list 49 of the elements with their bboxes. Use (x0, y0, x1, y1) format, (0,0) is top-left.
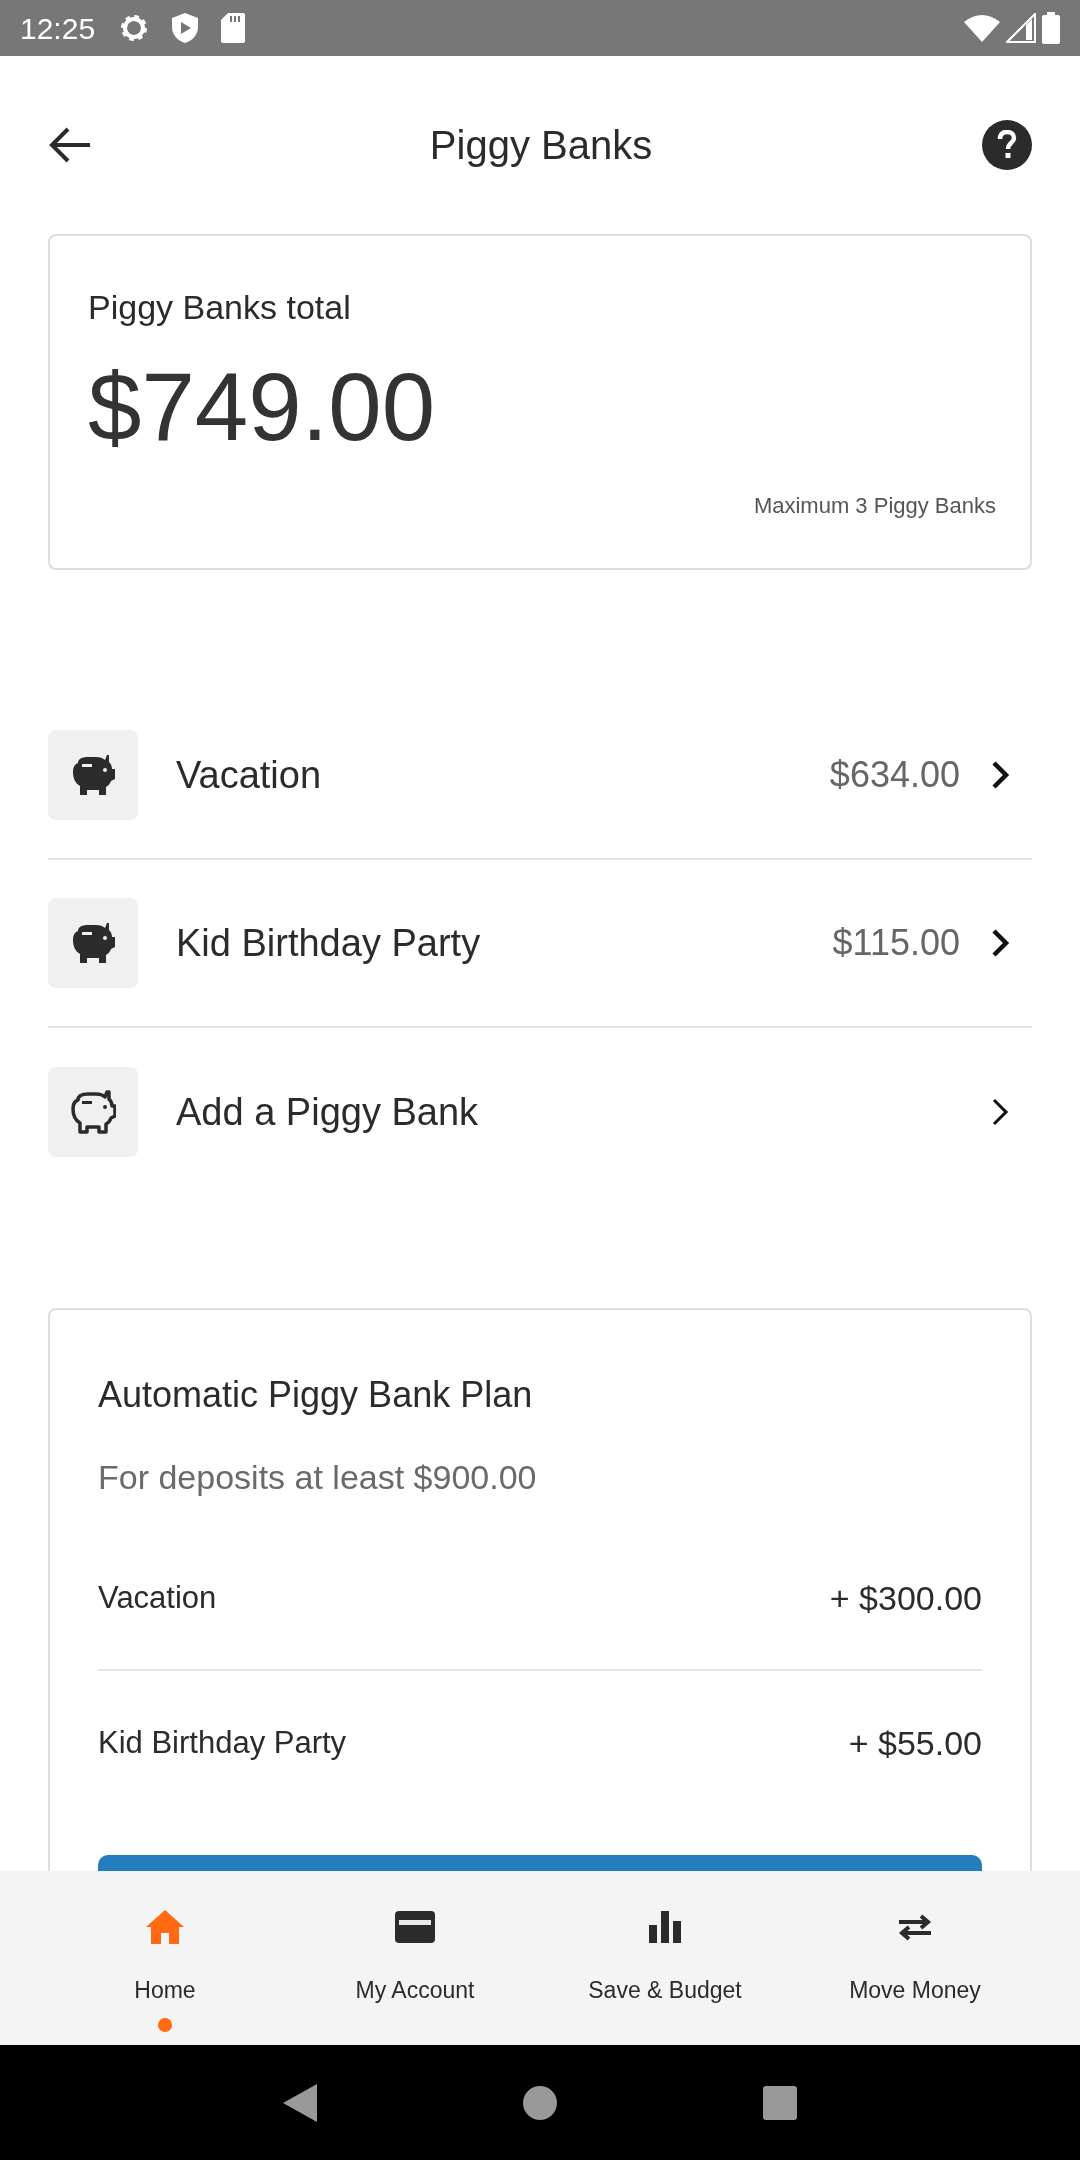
total-label: Piggy Banks total (88, 287, 352, 328)
shield-icon (171, 12, 200, 44)
nav-label: Move Money (849, 1976, 981, 2005)
question-mark-icon (997, 130, 1017, 160)
battery-icon (1042, 12, 1060, 44)
plan-title: Automatic Piggy Bank Plan (98, 1373, 534, 1417)
piggy-bank-icon (70, 921, 116, 965)
piggy-bank-name: Kid Birthday Party (176, 920, 482, 966)
status-time: 12:25 (20, 10, 96, 47)
home-circle-icon[interactable] (523, 2085, 557, 2120)
help-button[interactable] (982, 120, 1032, 170)
recents-square-icon[interactable] (763, 2085, 797, 2120)
piggy-bank-amount: $115.00 (832, 921, 960, 965)
nav-label: My Account (355, 1976, 475, 2005)
allocation-name: Kid Birthday Party (98, 1723, 347, 1762)
home-icon (145, 1909, 185, 1945)
nav-label: Save & Budget (588, 1976, 742, 2005)
piggy-bank-name: Vacation (176, 752, 323, 798)
allocation-name: Vacation (98, 1578, 217, 1617)
gear-icon (119, 13, 150, 43)
piggy-bank-row[interactable]: Add a Piggy Bank (48, 1028, 1032, 1196)
piggy-bank-row[interactable]: Kid Birthday Party $115.00 (48, 860, 1032, 1028)
nav-tab[interactable]: Save & Budget (540, 1871, 790, 2045)
nav-tab[interactable]: Home (40, 1871, 290, 2045)
transfer-arrows-icon (897, 1913, 933, 1941)
bar-chart-icon (649, 1911, 681, 1943)
sd-card-icon (221, 13, 246, 43)
piggy-bank-outline-icon (70, 1090, 116, 1134)
plan-subtitle: For deposits at least $900.00 (98, 1457, 538, 1498)
nav-tab[interactable]: My Account (290, 1871, 540, 2045)
back-arrow-icon (48, 126, 92, 164)
signal-icon (1006, 13, 1036, 43)
maximum-note: Maximum 3 Piggy Banks (753, 492, 996, 520)
allocation-amount: + $55.00 (848, 1722, 982, 1764)
piggy-bank-row[interactable]: Vacation $634.00 (48, 692, 1032, 860)
back-triangle-icon[interactable] (283, 2083, 317, 2122)
wifi-icon (964, 14, 1000, 42)
piggy-bank-icon (70, 753, 116, 797)
chevron-right-icon (990, 928, 1010, 958)
total-amount: $749.00 (88, 359, 436, 455)
piggy-bank-name: Add a Piggy Bank (176, 1089, 480, 1135)
nav-label: Home (134, 1976, 196, 2005)
allocation-amount: + $300.00 (829, 1577, 982, 1619)
chevron-right-icon (990, 760, 1010, 790)
credit-card-icon (395, 1911, 435, 1943)
piggy-bank-amount: $634.00 (829, 753, 960, 797)
page-title: Piggy Banks (429, 122, 653, 169)
chevron-right-icon (990, 1097, 1010, 1127)
nav-tab[interactable]: Move Money (790, 1871, 1040, 2045)
